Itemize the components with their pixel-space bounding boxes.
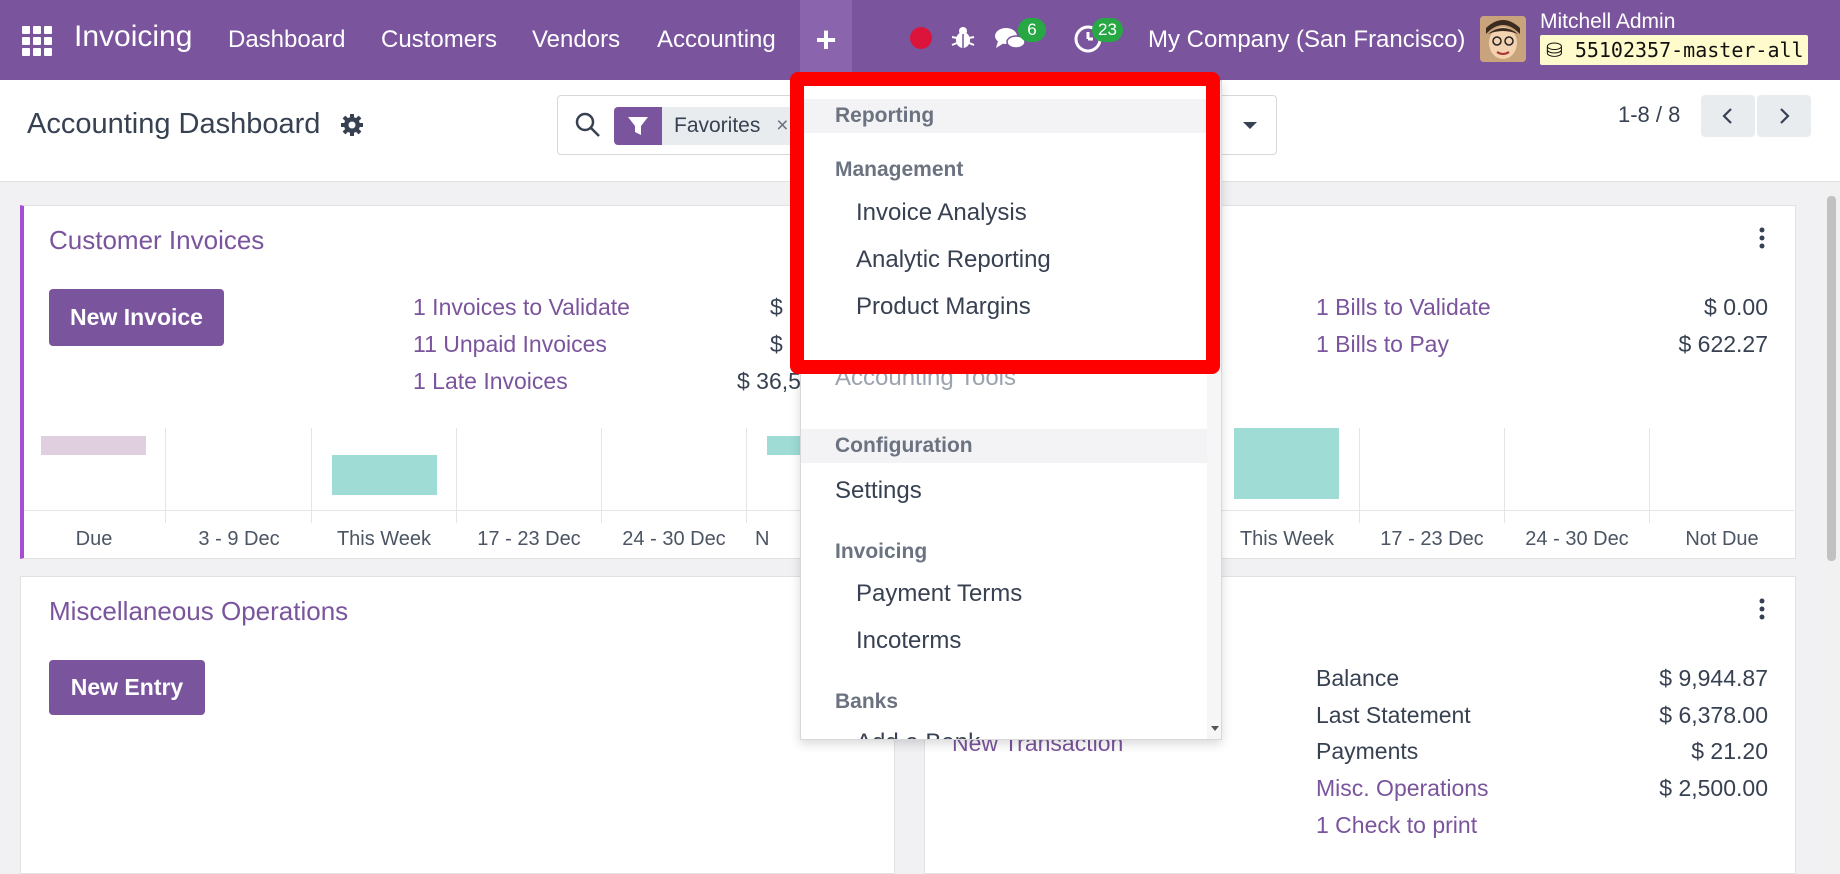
pager-previous-button[interactable] <box>1701 95 1755 137</box>
plus-icon: + <box>815 19 837 60</box>
plus-menu-toggle[interactable]: + <box>800 0 852 80</box>
company-switcher[interactable]: My Company (San Francisco) <box>1148 26 1465 54</box>
database-icon: ⛁ <box>1546 38 1563 62</box>
user-name[interactable]: Mitchell Admin <box>1540 10 1675 34</box>
dropdown-scrollbar[interactable] <box>1207 81 1222 739</box>
new-entry-button[interactable]: New Entry <box>49 660 205 715</box>
apps-grid-icon[interactable] <box>22 26 52 56</box>
vendor-chart-label-17-23-dec: 17 - 23 Dec <box>1380 528 1484 550</box>
app-name[interactable]: Invoicing <box>74 20 192 54</box>
page-scrollbar[interactable] <box>1823 182 1840 874</box>
page-scrollbar-thumb[interactable] <box>1827 196 1836 561</box>
bank-payments-amount: $ 21.20 <box>1691 738 1768 764</box>
pager-value[interactable]: 1-8 / 8 <box>1618 102 1680 128</box>
menu-item-product-margins[interactable]: Product Margins <box>856 293 1031 321</box>
page-title: Accounting Dashboard <box>27 108 321 140</box>
bank-misc-operations-link[interactable]: Misc. Operations <box>1316 775 1489 802</box>
scroll-down-arrow-icon[interactable] <box>1207 721 1222 737</box>
chart-bar-this-week[interactable] <box>332 455 437 495</box>
filter-funnel-icon <box>614 107 662 145</box>
menu-accounting[interactable]: Accounting <box>657 26 776 54</box>
chart-label-this-week: This Week <box>336 528 432 550</box>
unpaid-invoices-link[interactable]: 11 Unpaid Invoices <box>413 331 607 358</box>
favorites-facet: Favorites × <box>662 107 801 145</box>
top-navbar: Invoicing Dashboard Customers Vendors Ac… <box>0 0 1840 80</box>
bills-to-pay-link[interactable]: 1 Bills to Pay <box>1316 331 1449 358</box>
chart-label-not-due-partial: N <box>755 528 770 550</box>
invoices-to-validate-link[interactable]: 1 Invoices to Validate <box>413 294 630 321</box>
bank-balance-label: Balance <box>1316 665 1400 691</box>
chart-label-17-23-dec: 17 - 23 Dec <box>477 528 581 550</box>
debug-bug-icon[interactable] <box>950 25 976 51</box>
new-invoice-button[interactable]: New Invoice <box>49 289 224 346</box>
recording-indicator-icon[interactable] <box>910 27 932 49</box>
search-icon[interactable] <box>574 111 602 139</box>
unpaid-invoices-amount: $ <box>770 331 783 357</box>
chart-label-due: Due <box>75 528 113 550</box>
dropdown-section-management: Management <box>835 158 964 181</box>
dropdown-section-banks: Banks <box>835 690 899 713</box>
late-invoices-link[interactable]: 1 Late Invoices <box>413 368 568 395</box>
bank-misc-operations-amount: $ 2,500.00 <box>1659 775 1768 801</box>
misc-operations-title[interactable]: Miscellaneous Operations <box>49 596 348 627</box>
menu-item-add-a-bank-partial[interactable]: Add a Bank <box>856 729 980 739</box>
search-options-toggle[interactable] <box>1224 95 1276 155</box>
bills-to-pay-amount: $ 622.27 <box>1678 331 1768 357</box>
chevron-left-icon <box>1722 108 1732 124</box>
gear-icon[interactable] <box>340 113 364 137</box>
check-to-print-link[interactable]: 1 Check to print <box>1316 812 1477 839</box>
activity-count-badge: 23 <box>1092 18 1123 42</box>
menu-item-settings[interactable]: Settings <box>835 477 922 505</box>
vendor-chart-label-this-week: This Week <box>1239 528 1335 550</box>
user-avatar[interactable] <box>1480 16 1526 62</box>
chart-label-3-9-dec: 3 - 9 Dec <box>198 528 280 550</box>
database-name: 55102357-master-all <box>1574 38 1804 62</box>
vendor-chart-label-24-30-dec: 24 - 30 Dec <box>1525 528 1629 550</box>
facet-remove-icon[interactable]: × <box>776 114 788 137</box>
dropdown-header-configuration: Configuration <box>801 429 1207 463</box>
menu-item-invoice-analysis[interactable]: Invoice Analysis <box>856 199 1027 227</box>
bank-last-statement-amount: $ 6,378.00 <box>1659 702 1768 728</box>
menu-item-incoterms[interactable]: Incoterms <box>856 627 961 655</box>
menu-customers[interactable]: Customers <box>381 26 497 54</box>
late-invoices-amount: $ 36,5 <box>737 368 801 394</box>
bills-to-validate-link[interactable]: 1 Bills to Validate <box>1316 294 1491 321</box>
dropdown-section-invoicing: Invoicing <box>835 540 928 563</box>
menu-item-accounting-tools-obscured[interactable]: Accounting Tools <box>835 364 1016 392</box>
vendor-chart-bar-this-week[interactable] <box>1234 428 1339 499</box>
database-name-tag: ⛁ 55102357-master-all <box>1540 35 1808 65</box>
vendor-chart-label-not-due: Not Due <box>1685 528 1759 550</box>
menu-dashboard[interactable]: Dashboard <box>228 26 345 54</box>
bank-kebab-menu-icon[interactable] <box>1758 597 1766 621</box>
menu-vendors[interactable]: Vendors <box>532 26 620 54</box>
chevron-right-icon <box>1780 108 1790 124</box>
menu-item-payment-terms[interactable]: Payment Terms <box>856 580 1022 608</box>
chart-bar-due[interactable] <box>41 436 146 455</box>
messages-count-badge: 6 <box>1018 18 1046 42</box>
invoices-to-validate-amount: $ <box>770 294 783 320</box>
bank-last-statement-label: Last Statement <box>1316 702 1471 728</box>
pager-next-button[interactable] <box>1757 95 1811 137</box>
bank-payments-label: Payments <box>1316 738 1419 764</box>
menu-item-analytic-reporting[interactable]: Analytic Reporting <box>856 246 1051 274</box>
bills-to-validate-amount: $ 0.00 <box>1704 294 1768 320</box>
bank-balance-amount: $ 9,944.87 <box>1659 665 1768 691</box>
caret-down-icon <box>1243 122 1257 129</box>
chart-label-24-30-dec: 24 - 30 Dec <box>622 528 726 550</box>
plus-menu-dropdown: Reporting Management Invoice Analysis An… <box>800 80 1222 740</box>
facet-label: Favorites <box>674 114 761 137</box>
dropdown-header-reporting: Reporting <box>801 99 1207 133</box>
customer-invoices-title[interactable]: Customer Invoices <box>49 225 264 256</box>
vendor-bills-kebab-menu-icon[interactable] <box>1758 226 1766 250</box>
